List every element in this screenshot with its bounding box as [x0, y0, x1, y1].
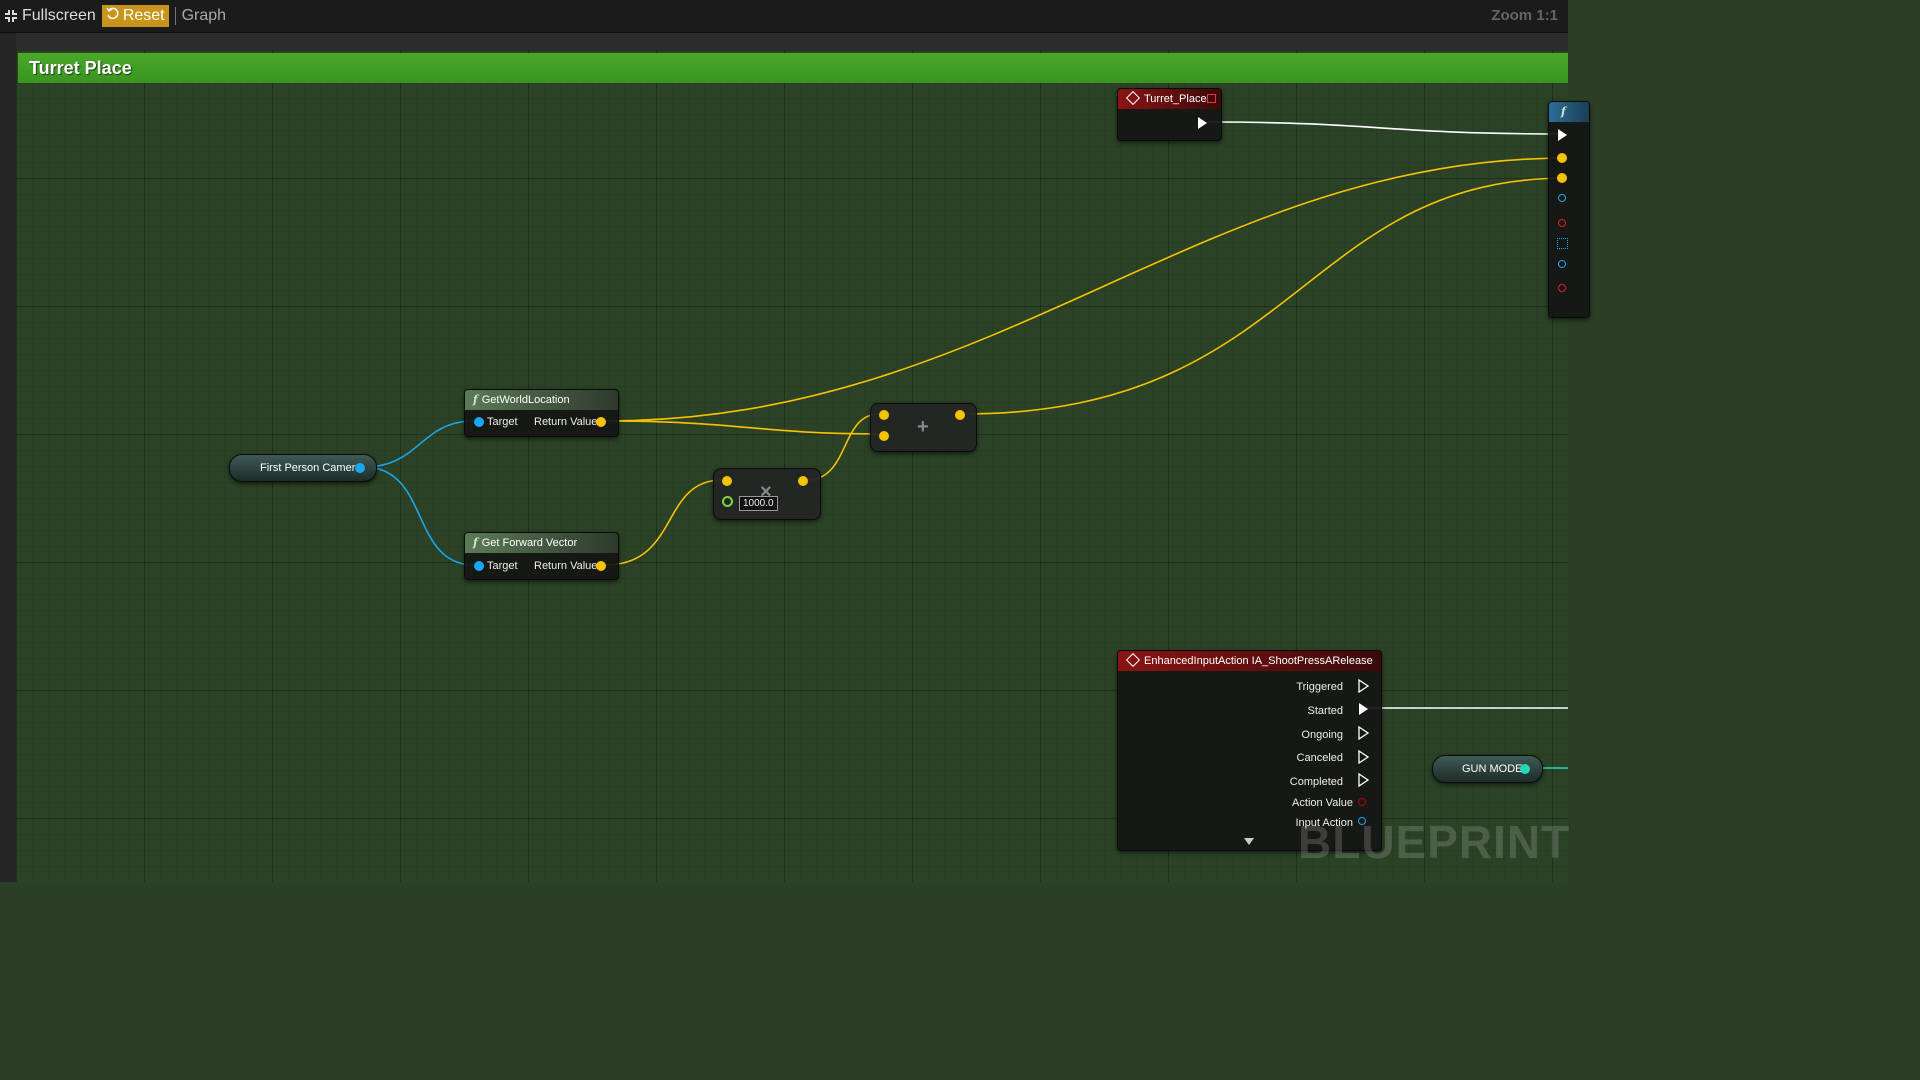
- object-in-pin[interactable]: [1558, 260, 1566, 268]
- vector-in-pin[interactable]: [722, 476, 732, 486]
- function-icon: f: [1561, 105, 1566, 118]
- ongoing-exec-pin[interactable]: [1358, 726, 1370, 740]
- started-exec-pin[interactable]: [1359, 703, 1368, 715]
- multiplier-value-input[interactable]: 1000.0: [739, 496, 778, 511]
- return-value-pin[interactable]: [596, 417, 606, 427]
- triggered-exec-pin[interactable]: [1358, 679, 1370, 693]
- canceled-exec-pin[interactable]: [1358, 750, 1370, 764]
- class-in-pin[interactable]: [1558, 284, 1566, 292]
- function-node-partial-header: f: [1549, 102, 1589, 122]
- event-icon: [1125, 90, 1141, 106]
- return-value-label: Return Value: [534, 560, 598, 572]
- function-icon: f: [473, 393, 478, 406]
- exec-wire: [1206, 121, 1568, 135]
- first-person-camera-variable-node[interactable]: First Person Camera: [229, 454, 377, 482]
- target-label: Target: [487, 416, 518, 428]
- multiply-node[interactable]: × 1000.0: [713, 468, 821, 520]
- vector-wire: [604, 479, 723, 566]
- canceled-label: Canceled: [1296, 752, 1343, 764]
- completed-exec-pin[interactable]: [1358, 773, 1370, 787]
- exec-out-pin[interactable]: [1198, 117, 1207, 129]
- action-value-pin[interactable]: [1358, 798, 1366, 806]
- vector-out-pin[interactable]: [955, 410, 965, 420]
- get-world-location-node[interactable]: f GetWorldLocation Target Return Value: [464, 389, 619, 437]
- add-node[interactable]: +: [870, 403, 977, 452]
- get-world-location-title: GetWorldLocation: [481, 394, 570, 406]
- vector-wire: [604, 420, 880, 435]
- gun-mode-variable-node[interactable]: GUN MODE: [1432, 755, 1543, 783]
- enhanced-input-action-title: EnhancedInputAction IA_ShootPressAReleas…: [1144, 655, 1373, 667]
- add-icon: +: [917, 416, 929, 438]
- enhanced-input-action-header: EnhancedInputAction IA_ShootPressAReleas…: [1118, 651, 1381, 671]
- delegate-pin-icon[interactable]: [1207, 94, 1216, 103]
- object-in-pin[interactable]: [1558, 194, 1566, 202]
- return-value-label: Return Value: [534, 416, 598, 428]
- expand-arrow-icon[interactable]: [1244, 838, 1254, 846]
- return-value-pin[interactable]: [596, 561, 606, 571]
- camera-out-pin[interactable]: [355, 463, 365, 473]
- object-wire: [363, 466, 475, 566]
- triggered-label: Triggered: [1296, 681, 1343, 693]
- function-icon: f: [473, 536, 478, 549]
- object-wire: [363, 420, 475, 468]
- get-forward-vector-header: f Get Forward Vector: [465, 533, 618, 553]
- get-world-location-header: f GetWorldLocation: [465, 390, 618, 410]
- vector-in-pin[interactable]: [879, 431, 889, 441]
- turret-place-event-title: Turret_Place: [1144, 93, 1207, 105]
- started-label: Started: [1307, 705, 1343, 717]
- blueprint-watermark: BLUEPRINT: [1298, 816, 1571, 868]
- target-in-pin[interactable]: [474, 417, 484, 427]
- first-person-camera-label: First Person Camera: [260, 462, 362, 474]
- vector-in-pin[interactable]: [1557, 153, 1567, 163]
- vector-wire: [604, 157, 1568, 422]
- turret-place-event-header: Turret_Place: [1118, 89, 1221, 109]
- gun-mode-out-pin[interactable]: [1520, 764, 1530, 774]
- get-forward-vector-title: Get Forward Vector: [481, 537, 578, 549]
- ongoing-label: Ongoing: [1301, 729, 1343, 741]
- function-node-partial[interactable]: f: [1548, 101, 1590, 318]
- float-in-pin[interactable]: [722, 496, 733, 507]
- target-in-pin[interactable]: [474, 561, 484, 571]
- gun-mode-label: GUN MODE: [1462, 763, 1523, 775]
- target-label: Target: [487, 560, 518, 572]
- vector-in-pin[interactable]: [1557, 173, 1567, 183]
- get-forward-vector-node[interactable]: f Get Forward Vector Target Return Value: [464, 532, 619, 580]
- class-in-pin[interactable]: [1558, 219, 1566, 227]
- event-icon: [1125, 652, 1141, 668]
- array-in-pin-icon[interactable]: [1557, 238, 1568, 249]
- vector-in-pin[interactable]: [879, 410, 889, 420]
- vector-out-pin[interactable]: [798, 476, 808, 486]
- action-value-label: Action Value: [1292, 797, 1353, 809]
- completed-label: Completed: [1289, 776, 1343, 788]
- turret-place-event-node[interactable]: Turret_Place: [1117, 88, 1222, 141]
- exec-in-pin[interactable]: [1558, 129, 1567, 141]
- vector-wire: [962, 177, 1568, 415]
